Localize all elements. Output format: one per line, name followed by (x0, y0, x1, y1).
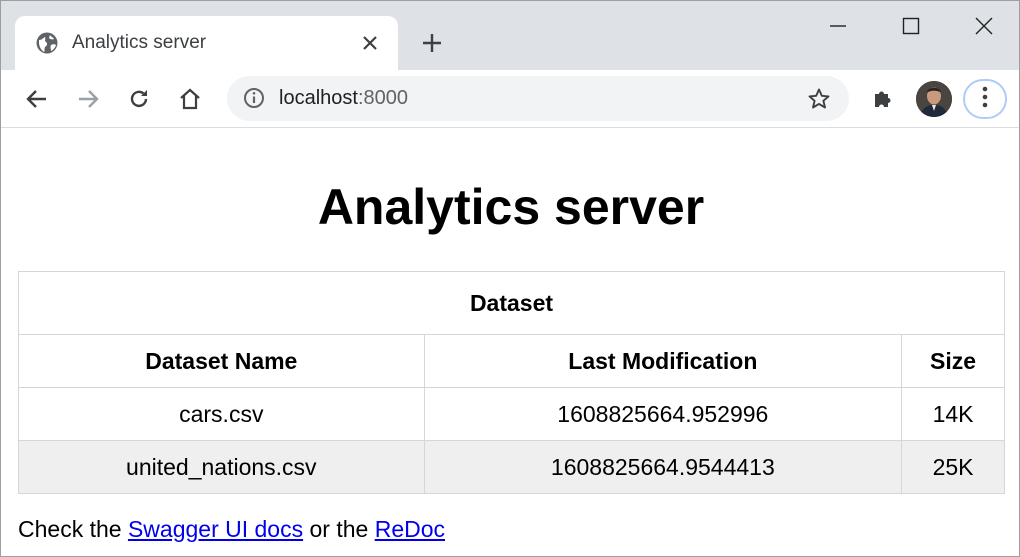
size-cell: 25K (901, 440, 1005, 494)
last-modification-cell: 1608825664.952996 (423, 387, 903, 441)
toolbar: localhost:8000 (1, 70, 1019, 128)
dataset-name-cell: cars.csv (18, 387, 425, 441)
tab-analytics-server[interactable]: Analytics server (15, 16, 398, 70)
table-caption: Dataset (18, 271, 1005, 335)
url-text: localhost:8000 (279, 86, 408, 110)
info-icon[interactable] (242, 86, 266, 110)
window-close-icon[interactable] (947, 1, 1020, 51)
back-arrow-icon[interactable] (19, 81, 55, 117)
dataset-name-cell: united_nations.csv (18, 440, 425, 494)
redoc-link[interactable]: ReDoc (375, 516, 445, 542)
forward-arrow-icon[interactable] (70, 81, 106, 117)
table-row: united_nations.csv 1608825664.9544413 25… (18, 440, 1005, 494)
page-title: Analytics server (317, 179, 705, 235)
more-options-button[interactable] (963, 79, 1007, 119)
column-header-name: Dataset Name (18, 334, 425, 388)
maximize-icon[interactable] (874, 1, 948, 51)
puzzle-icon[interactable] (865, 81, 901, 117)
swagger-docs-link[interactable]: Swagger UI docs (128, 516, 303, 542)
tab-title: Analytics server (72, 32, 207, 53)
last-modification-cell: 1608825664.9544413 (423, 440, 903, 494)
address-bar[interactable]: localhost:8000 (227, 76, 849, 121)
footer-prefix: Check the (18, 516, 128, 542)
close-icon[interactable] (357, 30, 383, 56)
column-header-size: Size (901, 334, 1005, 388)
avatar[interactable] (916, 81, 952, 117)
more-vert-icon (982, 85, 988, 114)
dataset-table: Dataset Dataset Name Last Modification S… (18, 271, 1005, 494)
tab-strip: Analytics server (1, 1, 1019, 70)
url-port: :8000 (357, 87, 408, 109)
docs-footer: Check the Swagger UI docs or the ReDoc (18, 515, 445, 543)
reload-icon[interactable] (121, 81, 157, 117)
globe-icon (35, 31, 59, 55)
home-icon[interactable] (172, 81, 208, 117)
browser-window: Analytics server localhost:8000 Analytic… (0, 0, 1020, 557)
plus-icon[interactable] (417, 28, 447, 58)
footer-middle: or the (303, 516, 375, 542)
star-icon[interactable] (805, 85, 833, 113)
page-content: Analytics server Dataset Dataset Name La… (1, 129, 1019, 556)
url-host: localhost (279, 87, 358, 109)
column-header-last-modification: Last Modification (423, 334, 903, 388)
minimize-icon[interactable] (801, 1, 875, 51)
size-cell: 14K (901, 387, 1005, 441)
table-row: cars.csv 1608825664.952996 14K (18, 387, 1005, 441)
